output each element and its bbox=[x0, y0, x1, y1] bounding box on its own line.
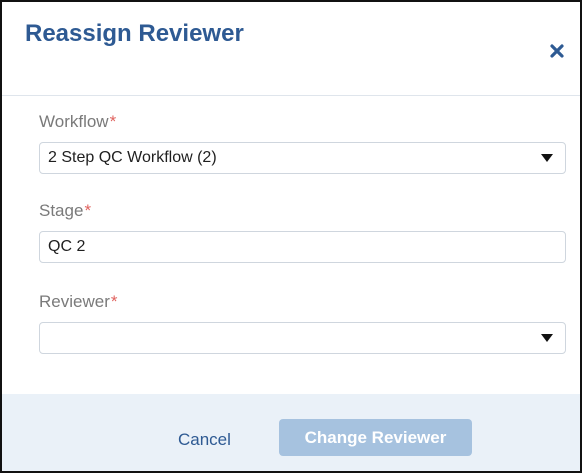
reviewer-label-text: Reviewer bbox=[39, 292, 110, 311]
close-icon bbox=[550, 44, 564, 58]
dialog-footer: Cancel Change Reviewer bbox=[2, 394, 580, 471]
workflow-select-value: 2 Step QC Workflow (2) bbox=[48, 149, 217, 166]
workflow-label: Workflow* bbox=[39, 112, 116, 132]
stage-label-text: Stage bbox=[39, 201, 84, 220]
stage-label: Stage* bbox=[39, 201, 91, 221]
required-marker: * bbox=[110, 292, 118, 311]
reviewer-select[interactable] bbox=[39, 322, 566, 354]
change-reviewer-button[interactable]: Change Reviewer bbox=[279, 419, 472, 456]
required-marker: * bbox=[84, 201, 92, 220]
chevron-down-icon bbox=[541, 334, 553, 342]
cancel-button[interactable]: Cancel bbox=[178, 430, 231, 450]
required-marker: * bbox=[109, 112, 117, 131]
close-button[interactable] bbox=[546, 40, 568, 62]
dialog-title: Reassign Reviewer bbox=[25, 20, 244, 47]
chevron-down-icon bbox=[541, 154, 553, 162]
reassign-reviewer-dialog: Reassign Reviewer Workflow* 2 Step QC Wo… bbox=[0, 0, 582, 473]
workflow-select[interactable]: 2 Step QC Workflow (2) bbox=[39, 142, 566, 174]
workflow-label-text: Workflow bbox=[39, 112, 109, 131]
dialog-header: Reassign Reviewer bbox=[2, 2, 580, 96]
reviewer-label: Reviewer* bbox=[39, 292, 117, 312]
stage-field: QC 2 bbox=[39, 231, 566, 263]
stage-field-value: QC 2 bbox=[48, 238, 86, 255]
